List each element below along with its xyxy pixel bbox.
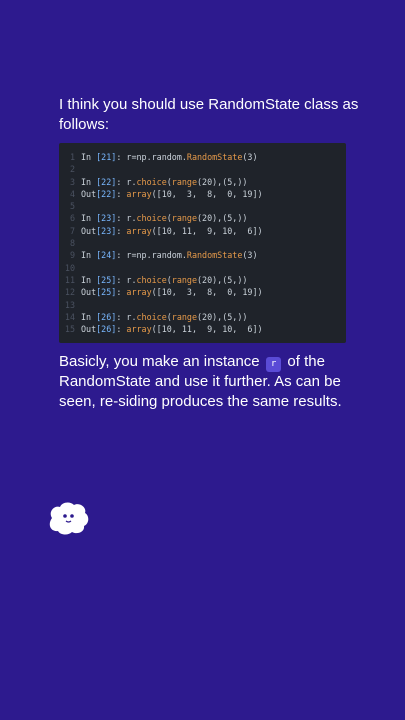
line-number: 3: [69, 176, 75, 187]
code-line: 3 In [22]: r.choice(range(20),(5,)): [59, 176, 346, 188]
mascot-icon: [49, 502, 89, 535]
code-text: In [25]: r.choice(range(20),(5,)): [81, 274, 248, 285]
code-line: 14 In [26]: r.choice(range(20),(5,)): [59, 311, 346, 323]
code-text: In [24]: r=np.random.RandomState(3): [81, 250, 258, 261]
line-number: 9: [69, 250, 75, 261]
line-number: 10: [64, 262, 75, 273]
intro-text: I think you should use RandomState class…: [59, 96, 359, 133]
code-line: 9 In [24]: r=np.random.RandomState(3): [59, 249, 346, 261]
code-line: 2: [59, 163, 346, 175]
code-line: 13: [59, 299, 346, 311]
line-number: 15: [64, 324, 75, 335]
code-text: In [23]: r.choice(range(20),(5,)): [81, 213, 248, 224]
explanation-text: Basicly, you make an instance r of the R…: [59, 352, 359, 412]
code-text: Out[26]: array([10, 11, 9, 10, 6]): [81, 324, 263, 335]
line-number: 13: [64, 299, 75, 310]
code-line: 7 Out[23]: array([10, 11, 9, 10, 6]): [59, 225, 346, 237]
code-line: 11 In [25]: r.choice(range(20),(5,)): [59, 274, 346, 286]
line-number: 1: [69, 152, 75, 162]
code-text: In [26]: r.choice(range(20),(5,)): [81, 311, 248, 322]
code-text: Out[22]: array([10, 3, 8, 0, 19]): [81, 188, 263, 199]
code-line: 6 In [23]: r.choice(range(20),(5,)): [59, 212, 346, 224]
code-line: 12 Out[25]: array([10, 3, 8, 0, 19]): [59, 286, 346, 298]
explanation-before: Basicly, you make an instance: [59, 353, 264, 370]
line-number: 8: [69, 238, 75, 249]
code-line: 1 In [21]: r=np.random.RandomState(3): [59, 151, 346, 163]
line-number: 7: [69, 225, 75, 236]
line-number: 12: [64, 287, 75, 298]
code-line: 4 Out[22]: array([10, 3, 8, 0, 19]): [59, 188, 346, 200]
code-line: 8: [59, 237, 346, 249]
line-number: 14: [64, 311, 75, 322]
code-text: Out[23]: array([10, 11, 9, 10, 6]): [81, 225, 263, 236]
code-text: In [21]: r=np.random.RandomState(3): [81, 152, 258, 162]
code-line: 15 Out[26]: array([10, 11, 9, 10, 6]): [59, 323, 346, 335]
code-text: In [22]: r.choice(range(20),(5,)): [81, 176, 248, 187]
line-number: 11: [64, 274, 75, 285]
line-number: 4: [69, 188, 75, 199]
inline-code-r: r: [265, 357, 282, 372]
code-text: Out[25]: array([10, 3, 8, 0, 19]): [81, 287, 263, 298]
line-number: 2: [69, 164, 75, 175]
code-line: 10: [59, 262, 346, 274]
code-line: 5: [59, 200, 346, 212]
line-number: 5: [69, 201, 75, 212]
code-block: 1 In [21]: r=np.random.RandomState(3) 2 3 In…: [59, 143, 346, 343]
line-number: 6: [69, 213, 75, 224]
